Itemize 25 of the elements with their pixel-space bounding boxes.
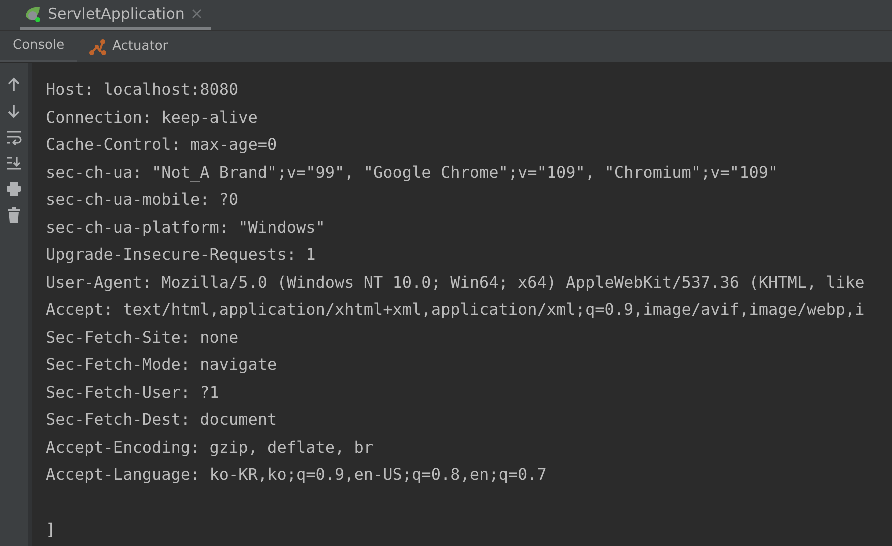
console-line: Accept-Language: ko-KR,ko;q=0.9,en-US;q=0.8,en;q=0.7: [46, 464, 547, 486]
actuator-icon: [88, 38, 107, 56]
console-line: sec-ch-ua: "Not_A Brand";v="99", "Google Chrome";v="109", "Chromium";v="109": [46, 162, 778, 184]
trash-icon[interactable]: [6, 207, 22, 223]
console-line: sec-ch-ua-platform: "Windows": [46, 216, 326, 238]
console-line: Accept-Encoding: gzip, deflate, br: [46, 436, 374, 458]
soft-wrap-icon[interactable]: [6, 129, 22, 145]
spring-app-icon: [24, 4, 42, 22]
up-arrow-icon[interactable]: [6, 77, 22, 93]
console-line: Sec-Fetch-Mode: navigate: [46, 354, 278, 376]
console-line: ]: [46, 519, 56, 541]
scroll-to-end-icon[interactable]: [6, 155, 22, 171]
tool-tab[interactable]: Actuator: [76, 31, 180, 62]
console-line: sec-ch-ua-mobile: ?0: [46, 189, 239, 211]
console-line: Cache-Control: max-age=0: [46, 134, 278, 156]
console-line: Connection: keep-alive: [46, 106, 258, 128]
close-icon: [190, 8, 203, 20]
console-line: Upgrade-Insecure-Requests: 1: [46, 244, 316, 266]
console-line: Sec-Fetch-Dest: document: [46, 409, 278, 431]
console-line: Sec-Fetch-User: ?1: [46, 382, 220, 404]
console-line: Sec-Fetch-Site: none: [46, 326, 239, 348]
console-line: Host: localhost:8080: [46, 79, 239, 101]
down-arrow-icon[interactable]: [6, 103, 22, 119]
console-line: User-Agent: Mozilla/5.0 (Windows NT 10.0; Win64; x64) AppleWebKit/537.36 (KHTML, like: [46, 272, 865, 294]
console-line: Accept: text/html,application/xhtml+xml,application/xml;q=0.9,image/avif,image/webp,i: [46, 299, 865, 321]
